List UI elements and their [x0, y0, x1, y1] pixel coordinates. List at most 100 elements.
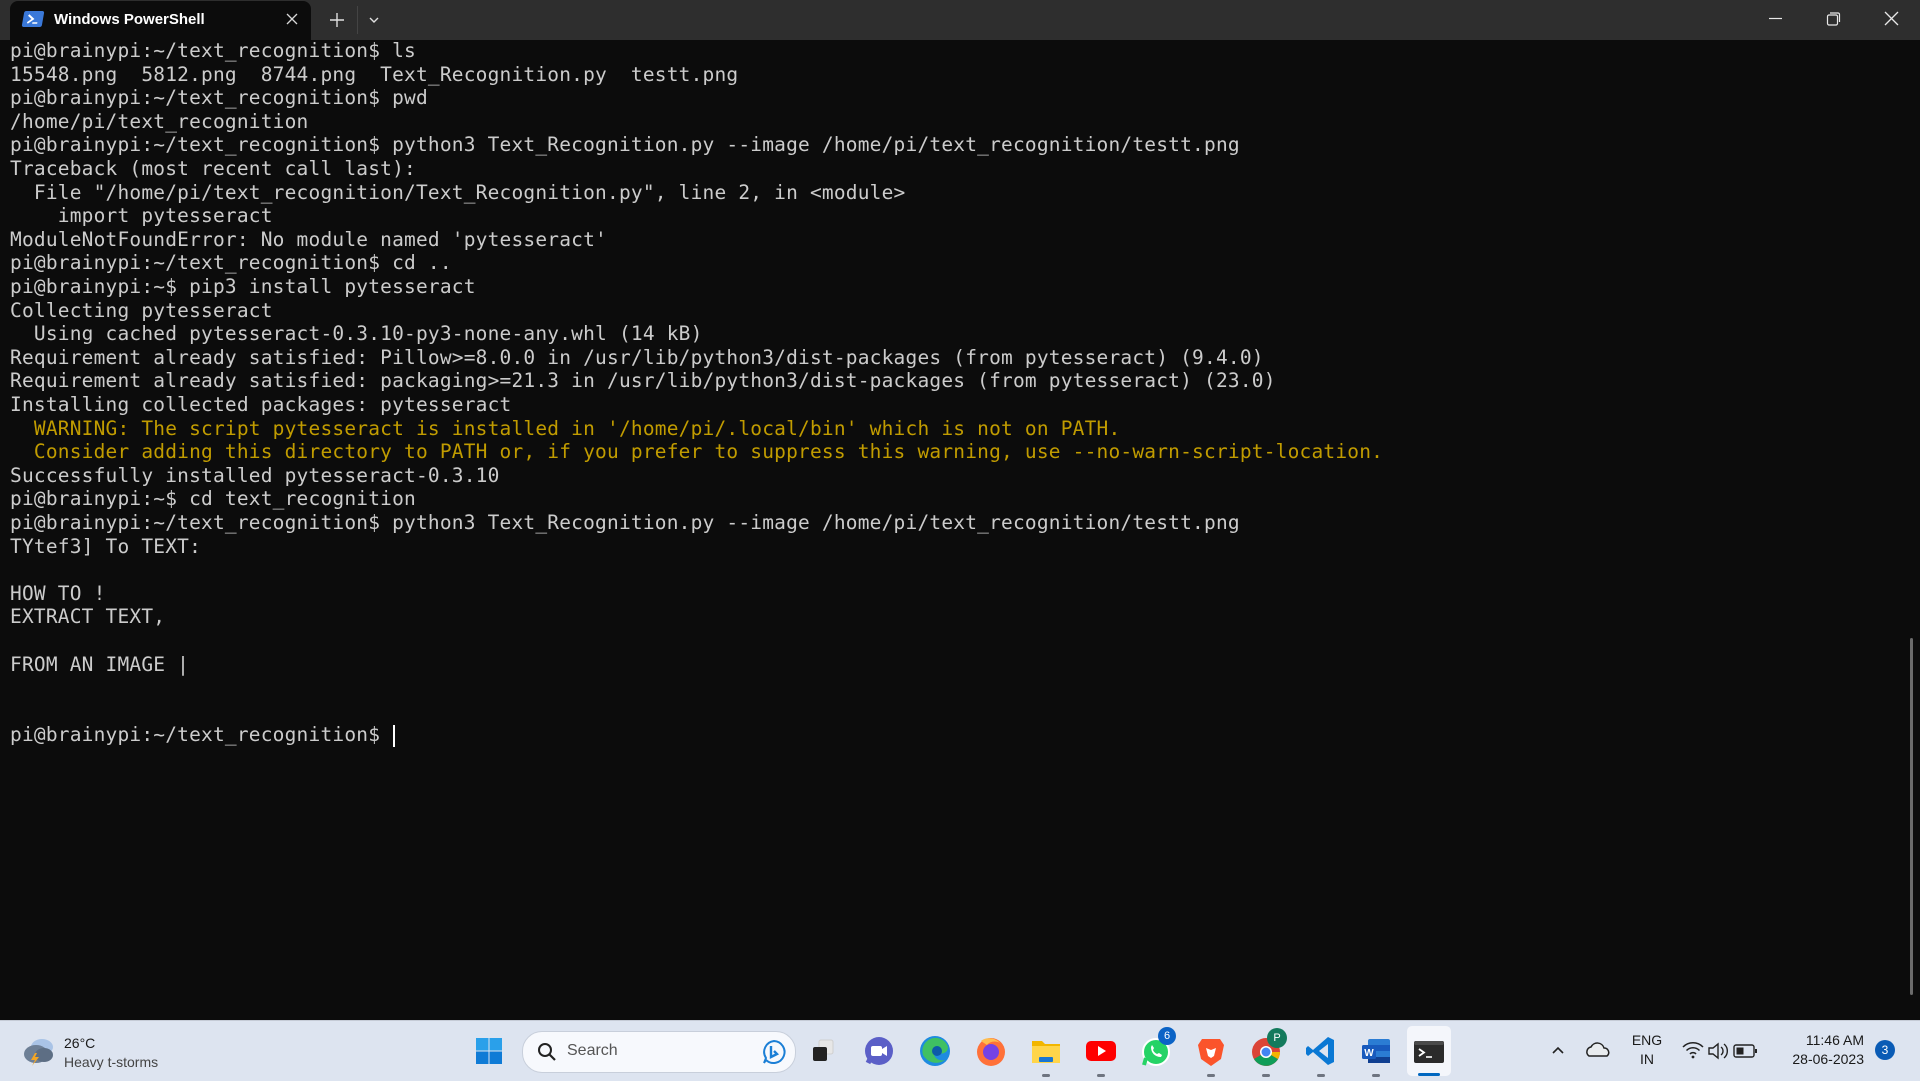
- active-app-indicator: [1418, 1073, 1440, 1076]
- restore-icon: [1826, 12, 1841, 26]
- new-tab-button[interactable]: [324, 8, 350, 32]
- region-code: IN: [1640, 1051, 1654, 1067]
- wifi-icon: [1682, 1042, 1704, 1059]
- running-indicator: [1097, 1074, 1105, 1077]
- teams-chat-icon: [865, 1037, 893, 1065]
- terminal-scrollbar[interactable]: [1910, 638, 1913, 995]
- tab-title: Windows PowerShell: [54, 11, 205, 28]
- taskbar-brave[interactable]: [1191, 1031, 1231, 1077]
- quick-settings-button[interactable]: [1680, 1031, 1762, 1071]
- terminal-line-text: pi@brainypi:~$ cd text_recognition: [10, 487, 416, 511]
- close-window-button[interactable]: [1862, 0, 1920, 40]
- terminal-line-text: Successfully installed pytesseract-0.3.1…: [10, 463, 500, 487]
- tab-close-button[interactable]: [282, 9, 302, 29]
- terminal-line-text: WARNING: The script pytesseract is insta…: [10, 416, 1121, 440]
- clock-time: 11:46 AM: [1805, 1032, 1864, 1048]
- edge-icon: [920, 1036, 950, 1066]
- terminal-output-line: 15548.png 5812.png 8744.png Text_Recogni…: [10, 63, 738, 87]
- terminal-line-text: Collecting pytesseract: [10, 298, 273, 322]
- terminal-line-text: pi@brainypi:~/text_recognition$ pwd: [10, 86, 428, 110]
- taskbar-firefox[interactable]: [971, 1031, 1011, 1071]
- brave-icon: [1198, 1039, 1224, 1066]
- bing-chat-icon[interactable]: [761, 1039, 787, 1065]
- taskbar: 26°C Heavy t-storms Search 6 P W ENG IN …: [0, 1020, 1920, 1081]
- start-button[interactable]: [469, 1031, 509, 1071]
- language-code: ENG: [1631, 1032, 1663, 1048]
- terminal-line-text: File "/home/pi/text_recognition/Text_Rec…: [10, 180, 906, 204]
- taskbar-vscode[interactable]: [1301, 1031, 1341, 1077]
- terminal-output-line: FROM AN IMAGE |: [10, 653, 189, 677]
- tab-windows-powershell[interactable]: Windows PowerShell: [10, 1, 311, 40]
- running-indicator: [1372, 1074, 1380, 1077]
- terminal-line-text: Requirement already satisfied: Pillow>=8…: [10, 345, 1264, 369]
- terminal-prompt-line: pi@brainypi:~/text_recognition$ ls: [10, 39, 416, 63]
- terminal-line-text: Requirement already satisfied: packaging…: [10, 369, 1276, 393]
- taskbar-chrome[interactable]: P: [1246, 1028, 1287, 1077]
- running-indicator: [1207, 1074, 1215, 1077]
- terminal-output-line: Requirement already satisfied: Pillow>=8…: [10, 346, 1264, 370]
- terminal-output-line: import pytesseract: [10, 204, 273, 228]
- minimize-button[interactable]: [1746, 0, 1804, 40]
- maximize-button[interactable]: [1804, 0, 1862, 40]
- taskbar-word[interactable]: W: [1356, 1031, 1396, 1077]
- terminal-line-text: HOW TO !: [10, 581, 106, 605]
- weather-temperature: 26°C: [64, 1035, 96, 1051]
- terminal-line-text: pi@brainypi:~$ pip3 install pytesseract: [10, 275, 476, 298]
- search-icon: [537, 1042, 557, 1062]
- search-placeholder: Search: [567, 1042, 618, 1059]
- terminal-prompt-line: pi@brainypi:~$ cd text_recognition: [10, 487, 416, 511]
- weather-widget[interactable]: 26°C Heavy t-storms: [20, 1029, 180, 1073]
- windows-logo-icon: [476, 1038, 502, 1064]
- taskbar-terminal[interactable]: [1409, 1031, 1449, 1071]
- terminal-output-line: Traceback (most recent call last):: [10, 157, 416, 181]
- terminal-output-line: TYtef3] To TEXT:: [10, 535, 201, 559]
- taskbar-task-view[interactable]: [803, 1031, 843, 1071]
- terminal-line-text: pi@brainypi:~/text_recognition$ ls: [10, 39, 416, 62]
- terminal-output-line: Using cached pytesseract-0.3.10-py3-none…: [10, 322, 703, 346]
- notification-center-badge[interactable]: 3: [1875, 1040, 1895, 1060]
- terminal-warning-line: Consider adding this directory to PATH o…: [10, 440, 1383, 464]
- volume-icon: [1708, 1042, 1728, 1060]
- terminal-line-text: FROM AN IMAGE |: [10, 652, 190, 676]
- folder-icon: [1032, 1041, 1060, 1063]
- onedrive-button[interactable]: [1578, 1031, 1618, 1071]
- terminal-line-text: EXTRACT TEXT,: [10, 605, 166, 629]
- running-indicator: [1042, 1074, 1050, 1077]
- terminal-output-line: Successfully installed pytesseract-0.3.1…: [10, 464, 500, 488]
- plus-icon: [330, 13, 344, 27]
- terminal-line-text: pi@brainypi:~/text_recognition$ cd ..: [10, 251, 452, 275]
- chevron-up-icon: [1552, 1046, 1564, 1054]
- svg-text:W: W: [1364, 1048, 1374, 1059]
- terminal-line-text: Using cached pytesseract-0.3.10-py3-none…: [10, 322, 703, 346]
- onedrive-cloud-icon: [1586, 1042, 1610, 1057]
- terminal-prompt-line: pi@brainypi:~/text_recognition$ pwd: [10, 86, 428, 110]
- show-hidden-icons-button[interactable]: [1540, 1031, 1576, 1071]
- terminal-output-line: File "/home/pi/text_recognition/Text_Rec…: [10, 181, 906, 205]
- tab-dropdown-button[interactable]: [364, 9, 384, 29]
- taskbar-youtube[interactable]: [1081, 1031, 1121, 1077]
- terminal-line-text: 15548.png 5812.png 8744.png Text_Recogni…: [10, 62, 739, 86]
- taskbar-edge[interactable]: [915, 1031, 955, 1071]
- terminal-output-line: /home/pi/text_recognition: [10, 110, 309, 134]
- chevron-down-icon: [369, 17, 379, 23]
- whatsapp-badge: 6: [1158, 1027, 1176, 1045]
- firefox-icon: [977, 1038, 1005, 1066]
- terminal-line-text: TYtef3] To TEXT:: [10, 534, 202, 558]
- taskbar-whatsapp[interactable]: 6: [1136, 1027, 1176, 1071]
- title-bar: Windows PowerShell: [0, 0, 1920, 40]
- clock[interactable]: 11:46 AM 28-06-2023: [1760, 1031, 1864, 1069]
- terminal-line-text: pi@brainypi:~/text_recognition$ python3 …: [10, 133, 1240, 157]
- vscode-icon: [1306, 1037, 1334, 1065]
- chrome-profile-badge: P: [1267, 1028, 1287, 1048]
- terminal-output-line: ModuleNotFoundError: No module named 'py…: [10, 228, 607, 252]
- weather-description: Heavy t-storms: [64, 1054, 159, 1070]
- taskbar-file-explorer[interactable]: [1026, 1031, 1066, 1077]
- terminal-icon: [1414, 1041, 1444, 1063]
- taskbar-teams[interactable]: [859, 1031, 899, 1071]
- taskbar-search[interactable]: Search: [522, 1031, 796, 1073]
- terminal-line-text: pi@brainypi:~/text_recognition$: [10, 723, 393, 747]
- language-indicator[interactable]: ENG IN: [1620, 1031, 1674, 1069]
- text-cursor: [393, 724, 396, 747]
- terminal-output[interactable]: pi@brainypi:~/text_recognition$ ls 15548.…: [10, 39, 1900, 1020]
- battery-icon: [1733, 1044, 1757, 1058]
